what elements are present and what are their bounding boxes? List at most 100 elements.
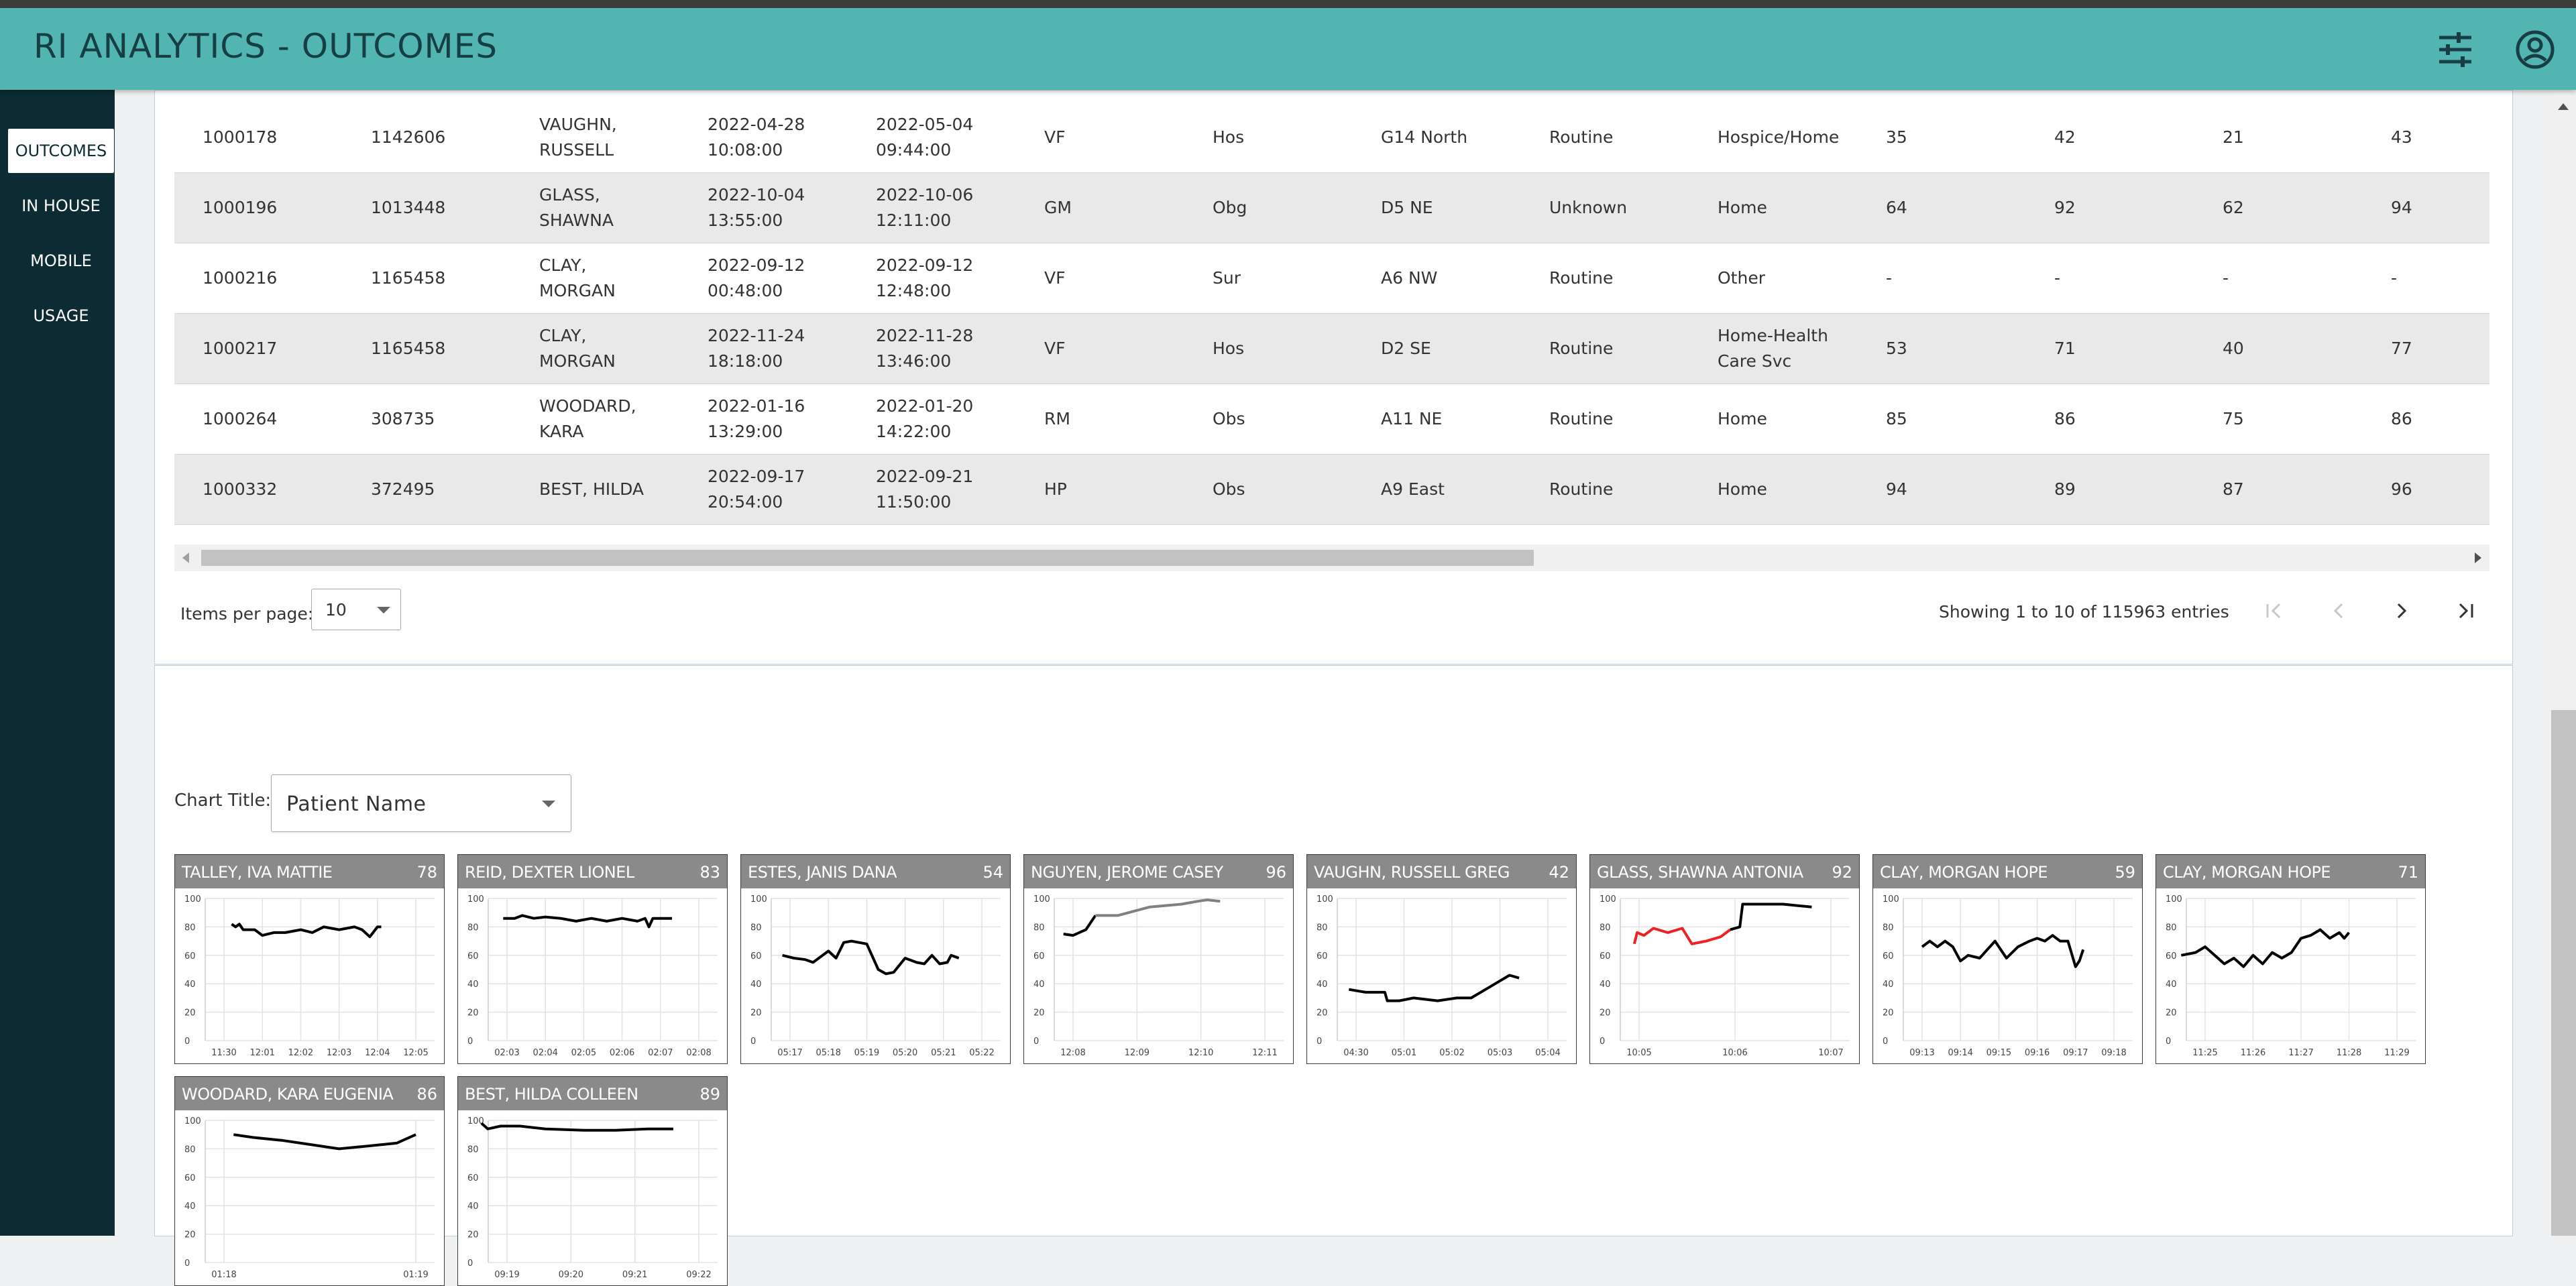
table-row[interactable]: 1000216 1165458 CLAY, MORGAN 2022-09-12 00:… — [174, 243, 2489, 314]
vertical-scrollbar[interactable] — [2551, 90, 2576, 1236]
settings-sliders-icon[interactable] — [2431, 25, 2479, 74]
sidebar-item-mobile[interactable]: MOBILE — [8, 239, 114, 283]
chart-title-select[interactable]: Patient Name — [271, 774, 571, 832]
chart-patient-name: ESTES, JANIS DANA — [748, 863, 897, 882]
cell-visit-id: 1000216 — [174, 243, 343, 314]
y-tick-label: 80 — [184, 1145, 196, 1155]
cell-disposition: Home-Health Care Svc — [1689, 313, 1858, 384]
x-tick-label: 01:19 — [403, 1270, 428, 1280]
last-page-button[interactable] — [2452, 597, 2479, 624]
patient-chart-card[interactable]: REID, DEXTER LIONEL 83 100 80 60 40 20 0 02:03 02… — [457, 854, 728, 1064]
scroll-left-icon[interactable] — [182, 552, 189, 563]
scroll-right-icon[interactable] — [2475, 552, 2481, 563]
vertical-scrollbar-thumb[interactable] — [2551, 710, 2576, 1236]
y-tick-label: 0 — [467, 1259, 473, 1269]
patient-chart-card[interactable]: CLAY, MORGAN HOPE 71 100 80 60 40 20 0 11:25 11:2… — [2155, 854, 2426, 1064]
sidebar-item-outcomes[interactable]: OUTCOMES — [8, 129, 114, 173]
y-tick-label: 60 — [467, 1173, 479, 1183]
chart-score: 71 — [2398, 863, 2418, 882]
y-tick-label: 100 — [467, 894, 484, 904]
cell-discharge-time: 2022-11-28 13:46:00 — [848, 313, 1016, 384]
x-tick-label: 09:15 — [1986, 1048, 2011, 1058]
series-line — [231, 923, 382, 939]
cell-patient-name: GLASS, SHAWNA — [511, 172, 679, 243]
series-line — [782, 939, 960, 976]
patient-chart-card[interactable]: GLASS, SHAWNA ANTONIA 92 100 80 60 40 20 0 10:05… — [1589, 854, 1860, 1064]
first-page-button[interactable] — [2261, 597, 2288, 624]
series-line — [480, 1122, 673, 1132]
chevron-down-icon — [377, 607, 390, 613]
chart-patient-name: VAUGHN, RUSSELL GREG — [1314, 863, 1510, 882]
patient-chart-card[interactable]: TALLEY, IVA MATTIE 78 100 80 60 40 20 0 11:30 12:… — [174, 854, 445, 1064]
x-tick-label: 10:06 — [1722, 1048, 1747, 1058]
series-line — [1921, 934, 2085, 968]
chart-card-header: ESTES, JANIS DANA 54 — [741, 855, 1010, 888]
y-tick-label: 100 — [1033, 894, 1050, 904]
horizontal-scrollbar[interactable] — [174, 544, 2489, 571]
table-row[interactable]: 1000217 1165458 CLAY, MORGAN 2022-11-24 18:… — [174, 313, 2489, 384]
table-row[interactable]: 1000264 308735 WOODARD, KARA 2022-01-16 13:… — [174, 384, 2489, 455]
items-per-page-select[interactable]: 10 — [311, 589, 401, 630]
chart-plot: 100 80 60 40 20 0 01:18 01:19 — [184, 1116, 435, 1280]
items-per-page-value: 10 — [325, 600, 347, 620]
table-row[interactable]: 1000196 1013448 GLASS, SHAWNA 2022-10-04 13… — [174, 172, 2489, 243]
y-tick-label: 80 — [184, 923, 196, 933]
x-tick-label: 12:03 — [327, 1048, 351, 1058]
cell-patient-id: 1165458 — [343, 313, 511, 384]
x-tick-label: 09:19 — [494, 1270, 519, 1280]
y-tick-label: 20 — [467, 1008, 479, 1018]
x-tick-label: 09:13 — [1909, 1048, 1934, 1058]
scroll-up-icon[interactable] — [2558, 103, 2569, 110]
patient-chart-card[interactable]: VAUGHN, RUSSELL GREG 42 100 80 60 40 20 0 04:30 0… — [1306, 854, 1577, 1064]
cell-visit-id: 1000332 — [174, 454, 343, 525]
cell-unit-type: Hos — [1184, 313, 1353, 384]
y-tick-label: 20 — [1317, 1008, 1328, 1018]
items-per-page-label: Items per page: — [180, 604, 314, 624]
cell-unit-type: Sur — [1184, 243, 1353, 314]
chart-card-header: TALLEY, IVA MATTIE 78 — [175, 855, 444, 888]
sidebar-item-usage[interactable]: USAGE — [8, 294, 114, 338]
cell-unit-type: Obs — [1184, 454, 1353, 525]
chart-score: 42 — [1549, 863, 1569, 882]
chart-plot: 100 80 60 40 20 0 02:03 02:04 02:05 02:06 02:07 02:… — [467, 894, 718, 1058]
series-line — [1632, 927, 1731, 945]
chart-patient-name: CLAY, MORGAN HOPE — [1880, 863, 2048, 882]
series-line — [1348, 974, 1520, 1002]
x-tick-label: 05:01 — [1392, 1048, 1416, 1058]
cell-score-4: 94 — [2363, 172, 2489, 243]
horizontal-scrollbar-thumb[interactable] — [201, 550, 1534, 566]
app-bar: RI ANALYTICS - OUTCOMES — [0, 8, 2576, 90]
x-tick-label: 02:03 — [494, 1048, 519, 1058]
chart-plot: 100 80 60 40 20 0 05:17 05:18 05:19 05:20 05:21 05:… — [750, 894, 1001, 1058]
y-tick-label: 60 — [184, 951, 196, 961]
x-tick-label: 10:05 — [1626, 1048, 1651, 1058]
previous-page-button[interactable] — [2325, 597, 2352, 624]
cell-admit-type: Routine — [1521, 313, 1689, 384]
patient-chart-card[interactable]: NGUYEN, JEROME CASEY 96 100 80 60 40 20 0 12:08 1… — [1023, 854, 1294, 1064]
series-line — [1063, 915, 1097, 937]
y-tick-label: 0 — [1317, 1037, 1322, 1047]
patient-chart-card[interactable]: BEST, HILDA COLLEEN 89 100 80 60 40 20 0 09:19 09… — [457, 1076, 728, 1286]
patient-chart-card[interactable]: ESTES, JANIS DANA 54 100 80 60 40 20 0 05:17 05:1… — [740, 854, 1011, 1064]
cell-service: RM — [1016, 384, 1184, 455]
y-tick-label: 100 — [184, 1116, 201, 1126]
cell-score-4: - — [2363, 243, 2489, 314]
cell-disposition: Home — [1689, 384, 1858, 455]
table-row[interactable]: 1000178 1142606 VAUGHN, RUSSELL 2022-04-28 … — [174, 103, 2489, 173]
y-tick-label: 40 — [1033, 980, 1045, 990]
patient-chart-card[interactable]: WOODARD, KARA EUGENIA 86 100 80 60 40 20 0 01:18… — [174, 1076, 445, 1286]
chart-card-header: BEST, HILDA COLLEEN 89 — [458, 1077, 727, 1110]
cell-admit-time: 2022-11-24 18:18:00 — [679, 313, 848, 384]
user-account-icon[interactable] — [2511, 25, 2559, 74]
chart-plot: 100 80 60 40 20 0 11:25 11:26 11:27 11:28 11:29 — [2166, 894, 2416, 1058]
sidebar-item-in-house[interactable]: IN HOUSE — [8, 184, 114, 228]
y-tick-label: 20 — [1600, 1008, 1611, 1018]
patient-chart-card[interactable]: CLAY, MORGAN HOPE 59 100 80 60 40 20 0 09:13 09:1… — [1872, 854, 2143, 1064]
chart-score: 89 — [699, 1085, 720, 1104]
table-row[interactable]: 1000332 372495 BEST, HILDA 2022-09-17 20:54… — [174, 454, 2489, 525]
x-tick-label: 11:28 — [2337, 1048, 2361, 1058]
y-tick-label: 20 — [1033, 1008, 1045, 1018]
cell-admit-time: 2022-04-28 10:08:00 — [679, 103, 848, 173]
chart-score: 78 — [416, 863, 437, 882]
next-page-button[interactable] — [2388, 597, 2415, 624]
